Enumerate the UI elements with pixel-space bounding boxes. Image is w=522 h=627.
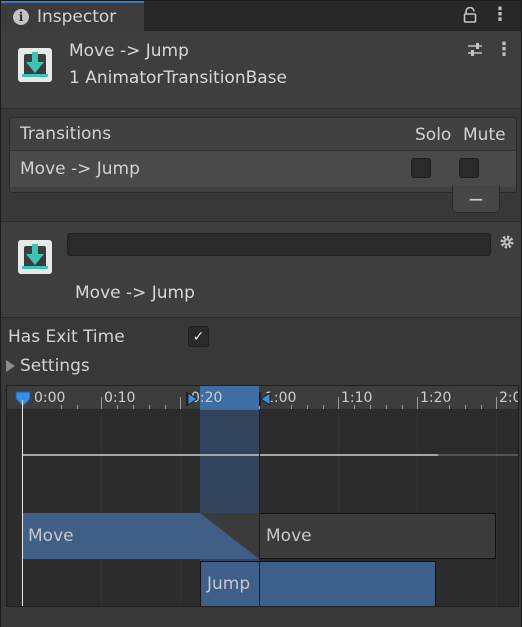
header-more-icon[interactable]: ⋮: [495, 41, 513, 59]
source-fade-shape: [200, 513, 259, 559]
transition-curve: [22, 454, 438, 456]
playhead-marker-icon[interactable]: [15, 391, 31, 407]
solo-checkbox[interactable]: [411, 158, 431, 178]
transition-end-handle-icon[interactable]: [259, 391, 271, 407]
destination-state-label: Jump: [207, 574, 251, 594]
tick-label: 1:20: [420, 390, 452, 406]
lock-icon[interactable]: [463, 7, 477, 23]
source-state-next-block[interactable]: Move: [259, 513, 496, 559]
header-subtitle: 1 AnimatorTransitionBase: [69, 68, 287, 88]
transition-curve-tail: [438, 454, 518, 456]
tick-label: 1:10: [341, 390, 373, 406]
transition-start-handle-icon[interactable]: [186, 391, 198, 407]
transition-name-field[interactable]: [67, 233, 491, 256]
transition-detail: Move -> Jump: [1, 222, 521, 318]
playhead-line: [22, 400, 23, 606]
transitions-list: Transitions Solo Mute Move -> Jump: [9, 117, 517, 193]
tick-label: 2:0: [499, 390, 518, 406]
transitions-list-header: Transitions Solo Mute: [10, 118, 516, 151]
gear-icon[interactable]: [499, 234, 515, 250]
mute-column-label: Mute: [463, 125, 506, 145]
remove-transition-button[interactable]: −: [452, 185, 500, 213]
source-state-label: Move: [28, 526, 74, 546]
transition-icon: [18, 48, 52, 82]
mute-checkbox[interactable]: [459, 158, 479, 178]
has-exit-time-checkbox[interactable]: ✓: [188, 326, 209, 347]
tick-label: 0:10: [104, 390, 136, 406]
destination-state-block[interactable]: Jump: [200, 561, 436, 606]
transition-detail-icon: [18, 240, 52, 274]
transition-timeline[interactable]: 0:00 0:10 0:20 1:00 1:10 1:20 2:0: [6, 385, 519, 607]
transition-detail-label: Move -> Jump: [75, 283, 195, 303]
tab-bar: i Inspector ⋮: [1, 1, 521, 31]
transitions-section: Transitions Solo Mute Move -> Jump −: [1, 109, 521, 222]
transition-end-line: [259, 410, 260, 606]
has-exit-time-label: Has Exit Time: [8, 327, 125, 347]
transition-row[interactable]: Move -> Jump: [10, 151, 516, 187]
source-state-next-label: Move: [266, 526, 312, 546]
settings-foldout[interactable]: Settings: [6, 356, 90, 376]
tab-inspector[interactable]: i Inspector: [1, 1, 144, 31]
tick-label: 0:00: [34, 390, 66, 406]
presets-icon[interactable]: [467, 42, 483, 58]
settings-section: Has Exit Time ✓ Settings 0:00 0:10 0:20 …: [1, 318, 521, 627]
foldout-arrow-icon: [6, 360, 15, 372]
inspector-window: i Inspector ⋮ Move -> Jump 1 AnimatorTra…: [0, 0, 522, 627]
transition-row-label: Move -> Jump: [20, 159, 140, 179]
tab-title: Inspector: [37, 7, 117, 27]
settings-foldout-label: Settings: [20, 356, 90, 376]
solo-column-label: Solo: [415, 125, 452, 145]
inspector-header: Move -> Jump 1 AnimatorTransitionBase ⋮: [1, 31, 521, 109]
header-title: Move -> Jump: [69, 41, 189, 61]
transitions-header-label: Transitions: [20, 124, 112, 144]
more-options-icon[interactable]: ⋮: [491, 6, 509, 24]
info-icon: i: [13, 9, 29, 25]
